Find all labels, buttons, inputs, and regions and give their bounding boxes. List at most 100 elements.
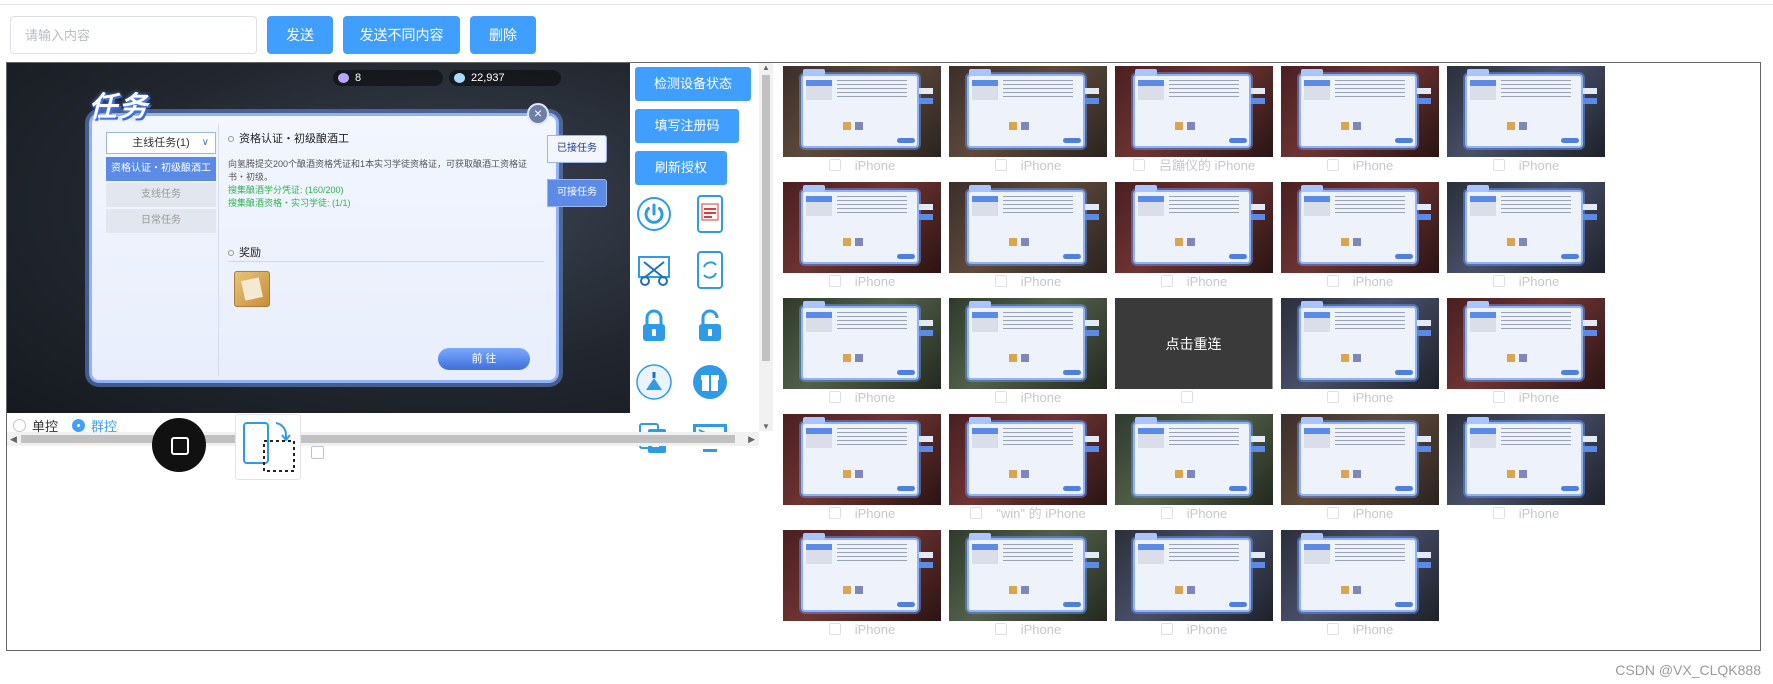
- device-screenshot[interactable]: [1447, 414, 1605, 505]
- device-tile[interactable]: iPhone: [783, 298, 941, 405]
- device-screenshot[interactable]: [783, 530, 941, 621]
- group-control-radio[interactable]: [72, 418, 86, 432]
- device-checkbox[interactable]: [1132, 159, 1145, 171]
- available-tasks-tab[interactable]: 可接任务: [547, 179, 607, 207]
- device-checkbox[interactable]: [970, 507, 983, 519]
- lock-icon[interactable]: [635, 307, 673, 345]
- device-checkbox[interactable]: [994, 391, 1007, 403]
- device-screenshot[interactable]: [1115, 182, 1273, 273]
- device-checkbox[interactable]: [828, 391, 841, 403]
- device-screenshot[interactable]: [1281, 298, 1439, 389]
- device-tile[interactable]: 吕蹦仪的 iPhone: [1115, 66, 1273, 173]
- device-checkbox[interactable]: [1492, 391, 1505, 403]
- content-input[interactable]: [10, 16, 257, 54]
- device-checkbox[interactable]: [1160, 275, 1173, 287]
- device-screenshot[interactable]: [783, 182, 941, 273]
- unlock-icon[interactable]: [691, 307, 729, 345]
- device-screenshot[interactable]: [1115, 414, 1273, 505]
- device-tile[interactable]: iPhone: [949, 182, 1107, 289]
- device-checkbox[interactable]: [1492, 507, 1505, 519]
- device-screenshot[interactable]: [949, 414, 1107, 505]
- device-screenshot[interactable]: [1281, 66, 1439, 157]
- device-screenshot[interactable]: [783, 414, 941, 505]
- device-tile[interactable]: iPhone: [783, 414, 941, 521]
- device-screenshot[interactable]: [1115, 530, 1273, 621]
- phone-switch-button[interactable]: [235, 414, 301, 480]
- group-control-label[interactable]: 群控: [91, 416, 117, 435]
- device-checkbox[interactable]: [828, 507, 841, 519]
- device-tile[interactable]: iPhone: [1115, 182, 1273, 289]
- device-checkbox[interactable]: [1326, 159, 1339, 171]
- goto-button[interactable]: 前 往: [438, 348, 530, 370]
- device-checkbox[interactable]: [828, 623, 841, 635]
- device-tile[interactable]: iPhone: [1281, 182, 1439, 289]
- device-screenshot[interactable]: [1115, 66, 1273, 157]
- device-tile[interactable]: iPhone: [949, 298, 1107, 405]
- device-tile[interactable]: iPhone: [1281, 414, 1439, 521]
- device-tile[interactable]: iPhone: [1447, 66, 1605, 173]
- single-control-radio[interactable]: [13, 418, 26, 432]
- device-tile[interactable]: iPhone: [949, 530, 1107, 637]
- device-checkbox[interactable]: [828, 275, 841, 287]
- vertical-scrollbar[interactable]: ▲ ▼: [759, 63, 773, 431]
- send-button[interactable]: 发送: [267, 16, 333, 54]
- device-screenshot[interactable]: [1281, 530, 1439, 621]
- device-screenshot[interactable]: [1447, 182, 1605, 273]
- refresh-auth-button[interactable]: 刷新授权: [635, 151, 727, 185]
- screen-record-icon[interactable]: [691, 195, 729, 233]
- gift-icon[interactable]: [691, 363, 729, 401]
- device-tile[interactable]: iPhone: [783, 182, 941, 289]
- close-icon[interactable]: ×: [527, 103, 549, 125]
- device-screenshot[interactable]: [783, 66, 941, 157]
- device-tile[interactable]: iPhone: [1447, 414, 1605, 521]
- device-tile[interactable]: iPhone: [1115, 530, 1273, 637]
- delete-button[interactable]: 删除: [470, 16, 536, 54]
- device-tile[interactable]: 点击重连: [1115, 298, 1273, 403]
- device-screenshot[interactable]: [949, 182, 1107, 273]
- device-tile[interactable]: iPhone: [1281, 298, 1439, 405]
- send-different-button[interactable]: 发送不同内容: [343, 16, 460, 54]
- device-checkbox[interactable]: [1160, 507, 1173, 519]
- scroll-up-icon[interactable]: ▲: [762, 63, 770, 72]
- fill-register-code-button[interactable]: 填写注册码: [635, 109, 739, 143]
- vertical-scroll-thumb[interactable]: [762, 75, 770, 361]
- device-checkbox[interactable]: [994, 275, 1007, 287]
- device-tile[interactable]: iPhone: [1115, 414, 1273, 521]
- device-checkbox[interactable]: [994, 623, 1007, 635]
- clean-icon[interactable]: [635, 363, 673, 401]
- main-quest-dropdown[interactable]: 主线任务(1) ∨: [106, 132, 216, 154]
- device-tile[interactable]: iPhone: [1281, 66, 1439, 173]
- device-screenshot[interactable]: [1281, 414, 1439, 505]
- device-tile[interactable]: "win" 的 iPhone: [949, 414, 1107, 521]
- side-tab-branch[interactable]: 支线任务: [106, 183, 216, 207]
- device-screenshot[interactable]: [949, 530, 1107, 621]
- rotate-screen-icon[interactable]: [691, 251, 729, 289]
- scroll-down-icon[interactable]: ▼: [762, 422, 770, 431]
- device-checkbox[interactable]: [994, 159, 1007, 171]
- device-checkbox[interactable]: [1492, 275, 1505, 287]
- device-checkbox[interactable]: [1492, 159, 1505, 171]
- home-button[interactable]: [152, 418, 206, 472]
- device-checkbox[interactable]: [1181, 391, 1193, 403]
- reconnect-button[interactable]: 点击重连: [1115, 298, 1273, 389]
- side-tab-quest[interactable]: 资格认证・初级酿酒工: [106, 157, 216, 181]
- screenshot-icon[interactable]: [635, 251, 673, 289]
- device-tile[interactable]: iPhone: [783, 66, 941, 173]
- check-device-status-button[interactable]: 检测设备状态: [635, 67, 751, 101]
- accepted-tasks-tab[interactable]: 已接任务: [547, 135, 607, 163]
- device-tile[interactable]: iPhone: [1447, 298, 1605, 405]
- power-icon[interactable]: [635, 195, 673, 233]
- side-tab-daily[interactable]: 日常任务: [106, 209, 216, 233]
- device-screenshot[interactable]: [1447, 298, 1605, 389]
- single-control-label[interactable]: 单控: [32, 416, 58, 435]
- horizontal-scroll-thumb[interactable]: [21, 435, 735, 443]
- device-tile[interactable]: iPhone: [1447, 182, 1605, 289]
- device-screenshot[interactable]: [1447, 66, 1605, 157]
- device-checkbox[interactable]: [1326, 391, 1339, 403]
- sync-checkbox[interactable]: [311, 446, 324, 459]
- scroll-right-icon[interactable]: ▶: [748, 432, 755, 446]
- device-tile[interactable]: iPhone: [783, 530, 941, 637]
- device-checkbox[interactable]: [1160, 623, 1173, 635]
- device-tile[interactable]: iPhone: [949, 66, 1107, 173]
- device-checkbox[interactable]: [1326, 623, 1339, 635]
